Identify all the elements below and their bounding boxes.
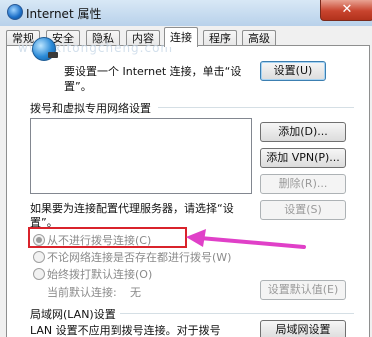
tab-connections[interactable]: 连接	[164, 27, 198, 47]
proxy-settings-button[interactable]: 设置(S)	[260, 200, 346, 220]
dial-whenever-radio[interactable]	[33, 251, 45, 263]
current-default-label: 当前默认连接:	[47, 286, 117, 299]
close-button[interactable]: ✕	[320, 0, 372, 21]
title-bar: Internet 属性 ✕	[0, 0, 372, 27]
plug-icon	[48, 52, 58, 58]
window-title: Internet 属性	[26, 7, 102, 21]
lan-group-divider	[120, 313, 354, 314]
tab-programs[interactable]: 程序	[203, 30, 237, 46]
setup-description-line2: 置”。	[64, 80, 92, 93]
delete-connection-button[interactable]: 删除(R)...	[260, 174, 346, 194]
proxy-description-line1: 如果要为连接配置代理服务器，请选择“设	[30, 202, 234, 215]
connections-listbox[interactable]	[30, 118, 252, 194]
setup-button[interactable]: 设置(U)	[260, 61, 326, 81]
add-connection-button[interactable]: 添加(D)...	[260, 122, 346, 142]
tab-advanced[interactable]: 高级	[242, 30, 276, 46]
current-default-value: 无	[130, 286, 141, 299]
set-default-button[interactable]: 设置默认值(E)	[260, 280, 346, 300]
always-dial-default-radio[interactable]	[33, 268, 45, 280]
internet-explorer-icon	[7, 4, 23, 20]
highlight-box	[28, 227, 187, 248]
always-dial-default-label: 始终拨打默认连接(O)	[47, 268, 153, 281]
internet-properties-dialog: Internet 属性 ✕ 常规 安全 隐私 内容 连接 程序 高级 www.x…	[0, 0, 372, 337]
add-vpn-button[interactable]: 添加 VPN(P)...	[260, 148, 346, 168]
lan-heading: 局域网(LAN)设置	[30, 308, 116, 321]
dialup-group-divider	[158, 107, 354, 108]
setup-description-line1: 要设置一个 Internet 连接，单击“设	[64, 65, 242, 78]
lan-settings-button[interactable]: 局域网设置	[260, 320, 346, 337]
dialup-heading: 拨号和虚拟专用网络设置	[30, 102, 151, 115]
lan-description: LAN 设置不应用到拨号连接。对于拨号	[30, 324, 221, 337]
pointer-arrow-icon	[186, 229, 306, 249]
